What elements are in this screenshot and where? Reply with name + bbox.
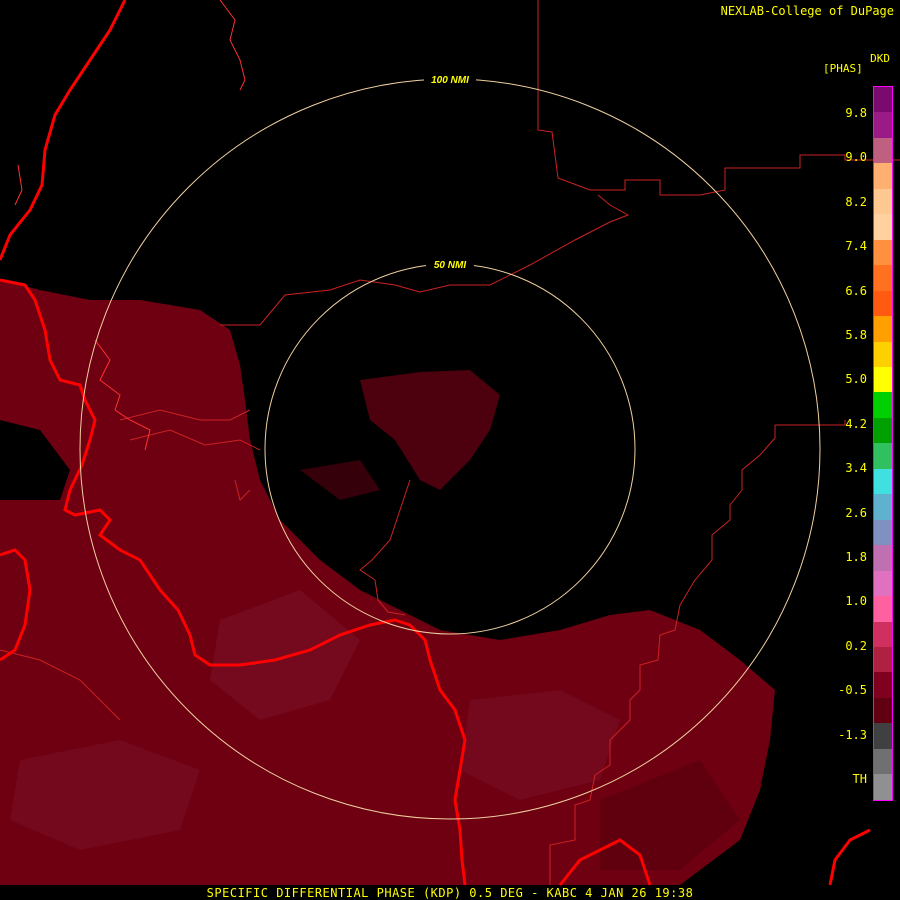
- legend-label: 6.6: [845, 283, 867, 298]
- legend-label: 2.6: [845, 505, 867, 520]
- legend-swatch: [874, 774, 892, 800]
- legend-swatch: [874, 570, 892, 597]
- product-code: DKD: [870, 52, 890, 65]
- legend-swatch: [874, 265, 892, 291]
- legend-label: 0.2: [845, 638, 867, 653]
- legend-swatch: [874, 417, 892, 444]
- legend-swatch: [874, 519, 892, 546]
- legend-swatch: [874, 341, 892, 367]
- legend-swatch: [874, 723, 892, 749]
- legend-swatch: [874, 443, 892, 469]
- legend-swatch: [874, 621, 892, 647]
- legend-swatch: [874, 87, 892, 113]
- legend-swatch: [874, 188, 892, 215]
- legend-swatch: [874, 366, 892, 393]
- legend-title: DKD [PHAS]: [822, 52, 892, 82]
- legend-label: 9.0: [845, 150, 867, 165]
- legend-label: 1.8: [845, 550, 867, 564]
- legend-swatch: [874, 392, 892, 418]
- legend-swatch: [874, 316, 892, 342]
- credit-label: NEXLAB-College of DuPage: [720, 4, 894, 18]
- legend-swatch: [874, 468, 892, 495]
- legend-swatch: [874, 290, 892, 317]
- legend-swatch: [874, 646, 892, 673]
- product-units: [PHAS]: [823, 62, 863, 75]
- legend-swatch: [874, 697, 892, 724]
- legend-label: 1.0: [845, 594, 867, 609]
- legend-swatch: [874, 545, 892, 571]
- legend-swatch: [874, 112, 892, 138]
- legend-swatch: [874, 137, 892, 164]
- legend-label: TH: [852, 772, 867, 786]
- legend-swatch: [874, 163, 892, 189]
- legend-label: 4.2: [845, 416, 867, 431]
- color-legend-bar: [873, 86, 893, 801]
- legend-label: 3.4: [845, 461, 867, 476]
- legend-label: -1.3: [838, 727, 867, 742]
- legend-label: -0.5: [838, 683, 867, 698]
- legend-label: 5.8: [845, 328, 867, 342]
- legend-label: 5.0: [845, 372, 867, 387]
- legend-swatch: [874, 494, 892, 520]
- ring-label-100: 100 NMI: [431, 75, 469, 86]
- legend-swatch: [874, 214, 892, 240]
- legend-swatch: [874, 239, 892, 266]
- ring-label-50: 50 NMI: [434, 260, 466, 271]
- legend-label: 9.8: [845, 106, 867, 120]
- radar-map[interactable]: 100 NMI 50 NMI: [0, 0, 900, 900]
- legend-swatch: [874, 672, 892, 698]
- legend-swatch: [874, 596, 892, 622]
- legend-swatch: [874, 748, 892, 775]
- legend-label: 7.4: [845, 239, 867, 254]
- product-footer: SPECIFIC DIFFERENTIAL PHASE (KDP) 0.5 DE…: [0, 886, 900, 900]
- legend-label: 8.2: [845, 194, 867, 209]
